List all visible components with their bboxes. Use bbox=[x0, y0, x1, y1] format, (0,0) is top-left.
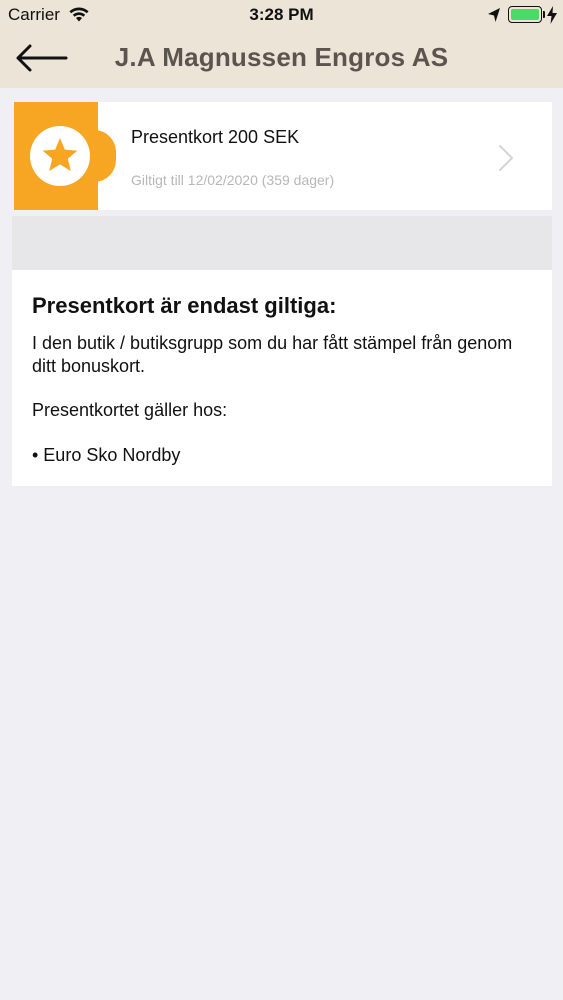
status-time: 3:28 PM bbox=[249, 5, 314, 24]
valid-at-label: Presentkortet gäller hos: bbox=[32, 400, 228, 420]
info-panel: Presentkort är endast giltiga: I den but… bbox=[12, 270, 552, 486]
battery-fill bbox=[511, 9, 539, 20]
section-divider bbox=[12, 216, 552, 270]
page-title: J.A Magnussen Engros AS bbox=[114, 42, 449, 72]
info-heading: Presentkort är endast giltiga: bbox=[32, 293, 337, 318]
badge-circle bbox=[30, 126, 90, 186]
charging-bolt-icon bbox=[547, 6, 557, 24]
header: Carrier 3:28 PM J.A Magnussen Engros AS bbox=[0, 0, 563, 88]
gift-card-row[interactable]: Presentkort 200 SEK Giltigt till 12/02/2… bbox=[14, 102, 552, 210]
navigation-bar: J.A Magnussen Engros AS bbox=[0, 30, 563, 88]
gift-card-validity: Giltigt till 12/02/2020 (359 dager) bbox=[131, 172, 335, 188]
chevron-right-icon bbox=[499, 145, 513, 171]
store-list-item: • Euro Sko Nordby bbox=[32, 445, 181, 465]
star-icon bbox=[42, 138, 78, 171]
battery-cap bbox=[543, 11, 545, 18]
location-arrow-icon bbox=[488, 8, 500, 22]
status-bar: Carrier 3:28 PM bbox=[0, 0, 563, 30]
battery-icon bbox=[508, 6, 542, 23]
gift-card-name: Presentkort 200 SEK bbox=[131, 127, 300, 147]
info-description: I den butik / butiksgrupp som du har fåt… bbox=[32, 333, 513, 376]
gift-card-badge-tab bbox=[94, 130, 116, 182]
